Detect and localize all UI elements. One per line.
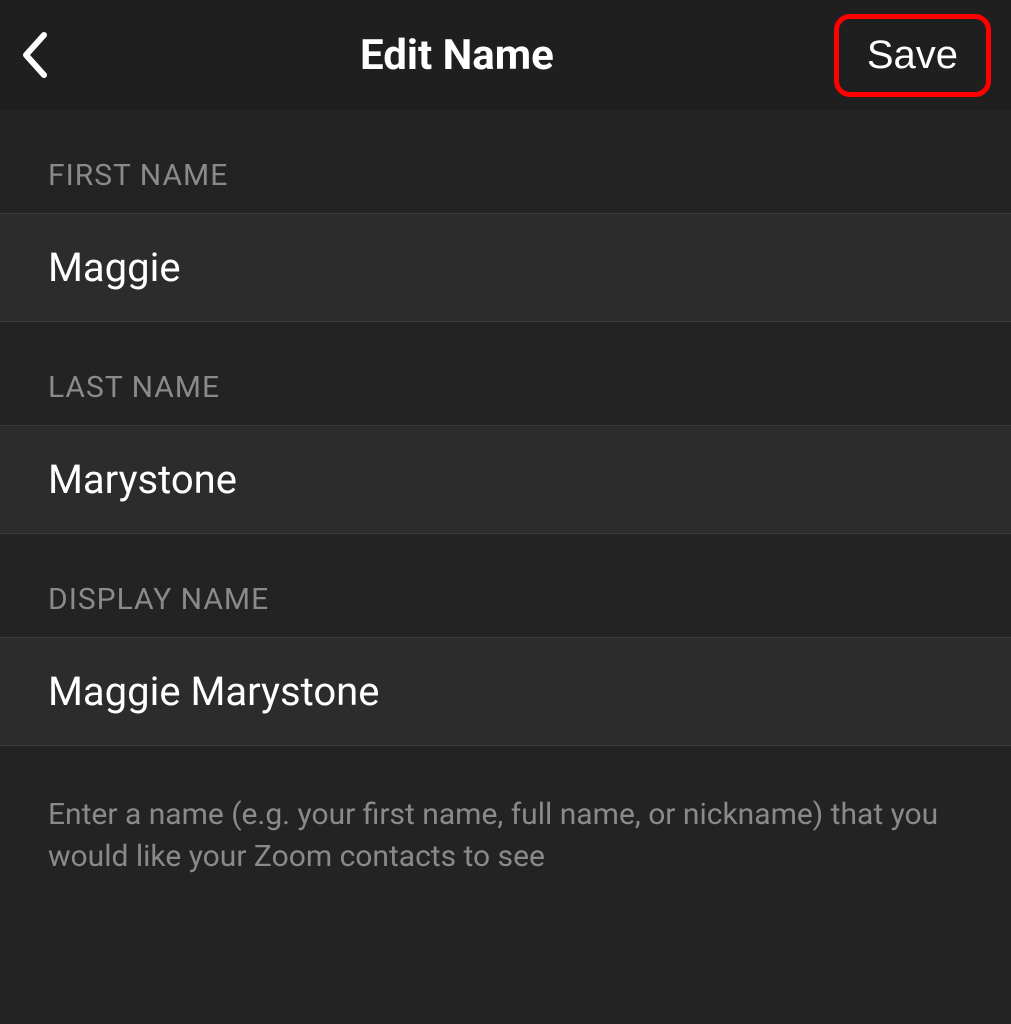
first-name-row — [0, 213, 1011, 322]
save-button[interactable]: Save — [834, 14, 991, 97]
edit-name-form: FIRST NAME LAST NAME DISPLAY NAME Enter … — [0, 110, 1011, 898]
first-name-input[interactable] — [48, 214, 963, 321]
display-name-label: DISPLAY NAME — [0, 534, 1011, 637]
header: Edit Name Save — [0, 0, 1011, 110]
page-title: Edit Name — [80, 31, 834, 80]
display-name-input[interactable] — [48, 638, 963, 745]
first-name-label: FIRST NAME — [0, 110, 1011, 213]
last-name-label: LAST NAME — [0, 322, 1011, 425]
back-button[interactable] — [20, 25, 80, 85]
last-name-row — [0, 425, 1011, 534]
chevron-left-icon — [20, 31, 48, 79]
last-name-input[interactable] — [48, 426, 963, 533]
display-name-helper: Enter a name (e.g. your first name, full… — [0, 746, 1011, 898]
display-name-row — [0, 637, 1011, 746]
